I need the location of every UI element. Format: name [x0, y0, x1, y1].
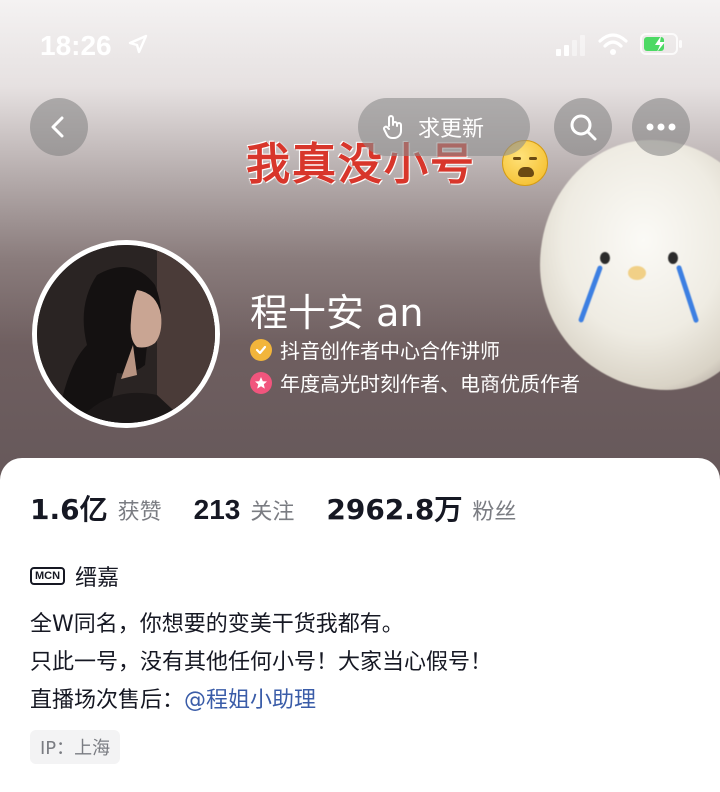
fluffy-bird-image	[540, 140, 720, 390]
mcn-name: 缙嘉	[75, 566, 120, 591]
stat-value: 213	[193, 494, 241, 525]
mcn-row[interactable]: MCN 缙嘉	[30, 560, 119, 592]
certification-text: 抖音创作者中心合作讲师	[280, 339, 500, 363]
chevron-left-icon	[51, 116, 64, 138]
battery-charging-icon	[640, 33, 682, 55]
cellular-signal-icon	[556, 35, 585, 56]
stat-value: 1.6亿	[30, 493, 108, 526]
location-arrow-icon	[128, 34, 148, 54]
more-dots-icon	[646, 123, 676, 131]
status-time: 18:26	[40, 30, 112, 61]
search-icon	[570, 114, 597, 141]
bio: 全W同名，你想要的变美干货我都有。 只此一号，没有其他任何小号！大家当心假号！ …	[30, 606, 492, 720]
mcn-badge-icon: MCN	[30, 567, 66, 585]
wifi-icon	[598, 33, 628, 55]
avatar-portrait-image	[37, 245, 215, 423]
stat-label: 关注	[250, 500, 295, 525]
stat-following[interactable]: 213 关注	[194, 494, 295, 526]
mention-link[interactable]: @程姐小助理	[184, 688, 316, 713]
status-bar: 18:26	[0, 0, 720, 90]
bio-line-prefix: 直播场次售后：	[30, 688, 185, 713]
stats-row: 1.6亿 获赞 213 关注 2962.8万 粉丝	[30, 488, 548, 528]
bio-line: 直播场次售后：@程姐小助理	[30, 682, 492, 720]
star-badge-icon	[250, 371, 272, 394]
certification-text: 年度高光时刻作者、电商优质作者	[280, 372, 580, 396]
stat-likes[interactable]: 1.6亿 获赞	[30, 488, 162, 528]
certification-row: 抖音创作者中心合作讲师	[250, 335, 500, 364]
ip-location-tag: IP：上海	[30, 730, 121, 764]
search-button[interactable]	[554, 98, 612, 156]
verified-check-icon	[250, 338, 272, 361]
stat-label: 粉丝	[472, 500, 517, 525]
stat-label: 获赞	[117, 500, 162, 525]
hand-pointer-icon	[383, 115, 402, 139]
back-button[interactable]	[30, 98, 88, 156]
stat-followers[interactable]: 2962.8万 粉丝	[326, 488, 516, 528]
avatar[interactable]	[32, 240, 220, 428]
profile-info-card: 1.6亿 获赞 213 关注 2962.8万 粉丝 MCN 缙嘉 全W同名，你想…	[0, 458, 720, 792]
bio-line: 全W同名，你想要的变美干货我都有。	[30, 612, 404, 637]
certification-row: 年度高光时刻作者、电商优质作者	[250, 368, 580, 397]
request-update-label: 求更新	[418, 117, 485, 142]
profile-name: 程十安 an	[250, 291, 424, 335]
bio-line: 只此一号，没有其他任何小号！大家当心假号！	[30, 650, 493, 675]
stat-value: 2962.8万	[326, 493, 463, 526]
request-update-button[interactable]: 求更新	[358, 98, 530, 156]
more-options-button[interactable]	[632, 98, 690, 156]
